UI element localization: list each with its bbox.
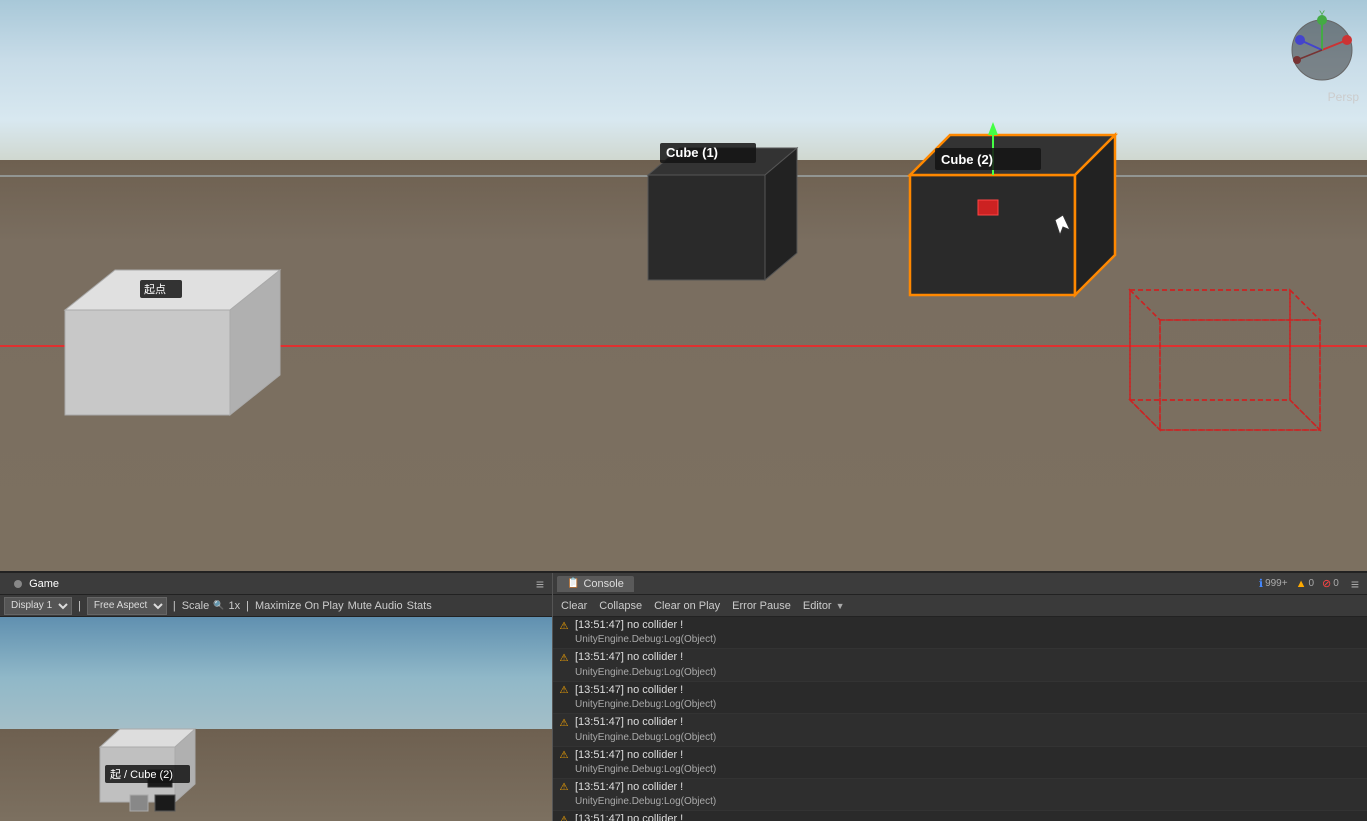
scale-icon: 🔍 (213, 600, 224, 611)
scale-label: Scale (182, 600, 210, 612)
console-msg-3[interactable]: ⚠ [13:51:47] no collider !UnityEngine.Deb… (553, 714, 1367, 746)
svg-text:起 / Cube (2): 起 / Cube (2) (110, 768, 173, 781)
game-tab[interactable]: Game (4, 576, 69, 592)
display-select[interactable]: Display 1 (4, 597, 72, 615)
console-msg-4[interactable]: ⚠ [13:51:47] no collider !UnityEngine.Deb… (553, 747, 1367, 779)
game-content: 起 / Cube (2) (0, 617, 552, 821)
collapse-button[interactable]: Collapse (597, 600, 644, 612)
clear-button[interactable]: Clear (559, 600, 589, 612)
maximize-on-play[interactable]: Maximize On Play (255, 600, 344, 612)
warn-icon: ▲ (1296, 578, 1307, 590)
console-menu-icon[interactable]: ≡ (1347, 576, 1363, 592)
warn-msg-icon: ⚠ (557, 749, 571, 763)
stats-button[interactable]: Stats (407, 600, 432, 612)
warn-count: 0 (1308, 578, 1314, 589)
console-toolbar: Clear Collapse Clear on Play Error Pause… (553, 595, 1367, 617)
toolbar-sep1: | (78, 600, 81, 612)
console-msg-0[interactable]: ⚠ [13:51:47] no collider !UnityEngine.Deb… (553, 617, 1367, 649)
console-msg-5[interactable]: ⚠ [13:51:47] no collider !UnityEngine.Deb… (553, 779, 1367, 811)
error-pause-button[interactable]: Error Pause (730, 600, 793, 612)
console-tab-bar: 📋 Console ℹ 999+ ▲ 0 ⊘ 0 ≡ (553, 573, 1367, 595)
svg-text:起点: 起点 (144, 283, 166, 296)
warn-msg-icon: ⚠ (557, 781, 571, 795)
warn-msg-icon: ⚠ (557, 716, 571, 730)
console-msg-2[interactable]: ⚠ [13:51:47] no collider !UnityEngine.Deb… (553, 682, 1367, 714)
game-toolbar: Display 1 | Free Aspect | Scale 🔍 1x | M… (0, 595, 552, 617)
game-tab-label: Game (29, 578, 59, 590)
game-tab-icon (14, 580, 22, 588)
console-panel: 📋 Console ℹ 999+ ▲ 0 ⊘ 0 ≡ (553, 573, 1367, 821)
bottom-area: Game ≡ Display 1 | Free Aspect | Scale 🔍… (0, 573, 1367, 821)
console-tab-label: Console (583, 578, 623, 590)
msg-text-6: [13:51:47] no collider !UnityEngine.Debu… (575, 812, 716, 821)
warn-msg-icon: ⚠ (557, 684, 571, 698)
msg-text-2: [13:51:47] no collider !UnityEngine.Debu… (575, 683, 716, 712)
msg-text-3: [13:51:47] no collider !UnityEngine.Debu… (575, 715, 716, 744)
svg-text:Cube (2): Cube (2) (941, 152, 993, 167)
err-icon: ⊘ (1322, 577, 1331, 590)
editor-button[interactable]: Editor (801, 600, 834, 612)
warn-msg-icon: ⚠ (557, 651, 571, 665)
toolbar-sep3: | (246, 600, 249, 612)
console-tab-icon: 📋 (567, 578, 579, 589)
editor-arrow: ▼ (836, 601, 845, 611)
console-badge-info: ℹ 999+ (1259, 577, 1288, 590)
console-msg-1[interactable]: ⚠ [13:51:47] no collider !UnityEngine.Deb… (553, 649, 1367, 681)
clear-on-play-button[interactable]: Clear on Play (652, 600, 722, 612)
err-count: 0 (1333, 578, 1339, 589)
mute-audio[interactable]: Mute Audio (348, 600, 403, 612)
console-tab[interactable]: 📋 Console (557, 576, 634, 592)
svg-text:Cube (1): Cube (1) (666, 145, 718, 160)
toolbar-sep2: | (173, 600, 176, 612)
console-badge-warn: ▲ 0 (1296, 578, 1314, 590)
perspective-label: Persp (1328, 90, 1359, 104)
scene-view[interactable]: 起点 Cube (1) Cube (2) (0, 0, 1367, 573)
scene-gizmo[interactable]: Y (1282, 5, 1362, 85)
game-panel-menu-icon[interactable]: ≡ (532, 576, 548, 592)
msg-text-0: [13:51:47] no collider !UnityEngine.Debu… (575, 618, 716, 647)
svg-text:Y: Y (1319, 9, 1325, 19)
warn-msg-icon: ⚠ (557, 619, 571, 633)
game-tab-bar: Game ≡ (0, 573, 552, 595)
game-panel: Game ≡ Display 1 | Free Aspect | Scale 🔍… (0, 573, 553, 821)
console-messages[interactable]: ⚠ [13:51:47] no collider !UnityEngine.Deb… (553, 617, 1367, 821)
info-icon: ℹ (1259, 577, 1263, 590)
console-msg-6[interactable]: ⚠ [13:51:47] no collider !UnityEngine.Deb… (553, 811, 1367, 821)
msg-text-1: [13:51:47] no collider !UnityEngine.Debu… (575, 650, 716, 679)
game-svg: 起 / Cube (2) (0, 617, 552, 821)
msg-text-5: [13:51:47] no collider !UnityEngine.Debu… (575, 780, 716, 809)
aspect-select[interactable]: Free Aspect (87, 597, 167, 615)
scene-svg: 起点 Cube (1) Cube (2) (0, 0, 1367, 573)
console-badge-err: ⊘ 0 (1322, 577, 1339, 590)
info-count: 999+ (1265, 578, 1288, 589)
msg-text-4: [13:51:47] no collider !UnityEngine.Debu… (575, 748, 716, 777)
warn-msg-icon: ⚠ (557, 813, 571, 821)
scale-value: 1x (228, 600, 240, 612)
